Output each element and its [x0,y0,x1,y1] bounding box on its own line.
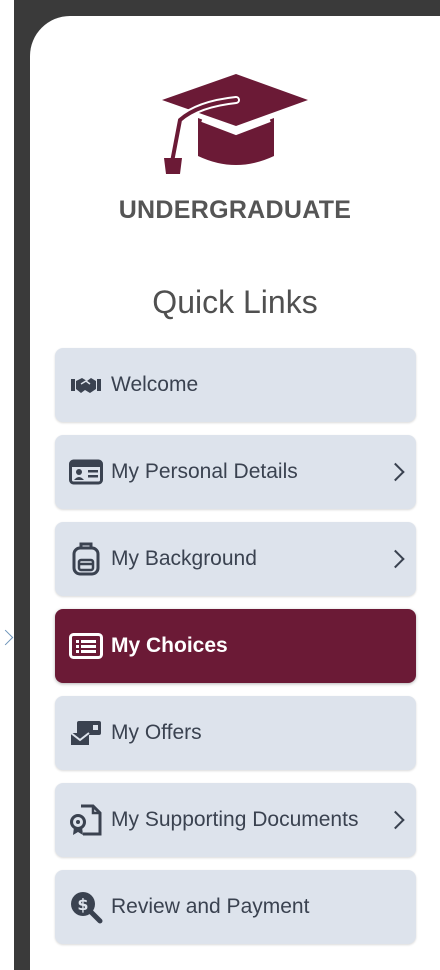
handshake-icon [69,368,103,402]
search-dollar-icon: $ [69,890,103,924]
nav-item-review-payment[interactable]: $ Review and Payment [55,870,416,944]
list-icon [69,629,103,663]
nav-item-label: My Choices [111,634,228,657]
nav-item-supporting-documents[interactable]: My Supporting Documents [55,783,416,857]
screen: UNDERGRADUATE Quick Links Welcome My Per… [0,0,440,970]
nav-item-label: My Supporting Documents [111,808,359,831]
program-title: UNDERGRADUATE [118,196,352,224]
pointer-chevron-icon [0,629,14,646]
quick-links-heading: Quick Links [152,284,318,320]
nav-item-welcome[interactable]: Welcome [55,348,416,422]
svg-text:$: $ [77,895,88,914]
nav-item-label: Welcome [111,373,199,396]
nav-item-choices[interactable]: My Choices [55,609,416,683]
nav-item-personal-details[interactable]: My Personal Details [55,435,416,509]
id-card-icon [69,455,103,489]
backpack-icon [69,542,103,576]
nav-item-label: My Offers [111,721,202,744]
nav-item-label: My Background [111,547,257,570]
nav-item-label: Review and Payment [111,895,310,918]
quick-links-nav: Welcome My Personal Details My Backgroun… [55,348,416,957]
chevron-right-icon [386,549,405,569]
chevron-right-icon [386,462,405,482]
window-backdrop-left [14,0,30,970]
offers-icon [69,716,103,750]
nav-item-offers[interactable]: My Offers [55,696,416,770]
document-icon [69,803,103,837]
graduation-cap-icon [162,74,308,174]
nav-item-label: My Personal Details [111,460,298,483]
chevron-right-icon [386,810,405,830]
nav-item-background[interactable]: My Background [55,522,416,596]
